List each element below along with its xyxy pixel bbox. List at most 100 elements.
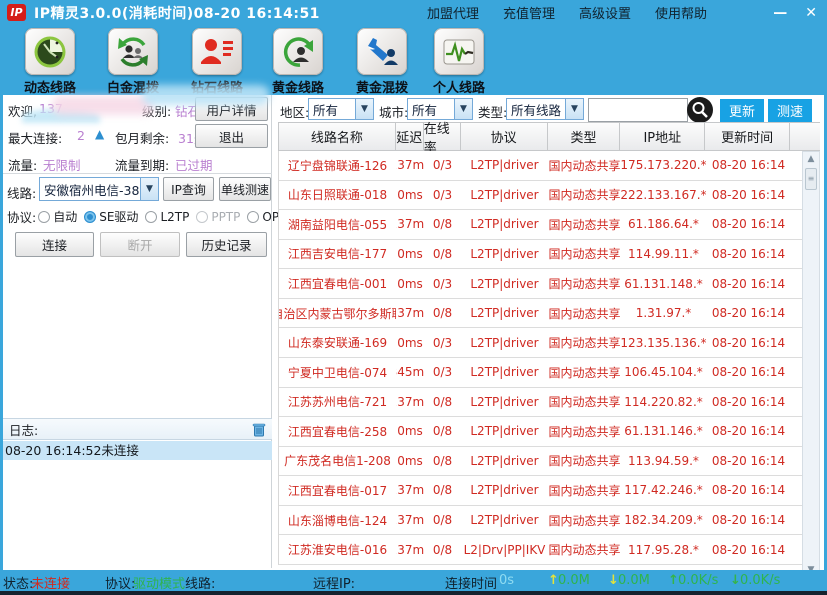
table-cell: 08-20 16:14 (706, 269, 791, 298)
state-value: 未连接 (31, 573, 70, 592)
table-cell: 0ms (396, 417, 424, 446)
close-button[interactable]: ✕ (805, 6, 817, 20)
table-cell: 237ms (396, 388, 424, 417)
table-row[interactable]: 江西宜春电信-0010ms0/3L2TP|driver国内动态共享61.131.… (279, 269, 802, 299)
menu-item-settings[interactable]: 高级设置 (579, 3, 631, 22)
search-icon[interactable] (686, 96, 714, 124)
table-cell: 国内动态共享 (548, 240, 621, 269)
table-row[interactable]: 江西吉安电信-1770ms0/8L2TP|driver国内动态共享114.99.… (279, 240, 802, 270)
window-title: IP精灵3.0.0(消耗时间)08-20 16:14:51 (34, 3, 320, 23)
table-cell: 0/8 (424, 417, 461, 446)
table-row[interactable]: 江苏淮安电信-016237ms0/8L2|Drv|PP|IKV国内动态共享117… (279, 535, 802, 565)
column-header[interactable]: 线路名称 (279, 123, 396, 150)
table-row[interactable]: 广东茂名电信1-2080ms0/8L2TP|driver国内动态共享113.94… (279, 447, 802, 477)
protocol-option-label: L2TP (160, 210, 189, 224)
update-button[interactable]: 更新 (720, 99, 764, 122)
line-status-label: 线路: (185, 573, 215, 592)
disconnect-button[interactable]: 断开 (100, 232, 180, 257)
table-cell: L2TP|driver (461, 328, 548, 357)
chevron-down-icon[interactable]: ▼ (355, 99, 373, 119)
radio-icon[interactable] (38, 211, 50, 223)
single-speedtest-button[interactable]: 单线测速 (219, 177, 271, 201)
protocol-auto[interactable]: 自动 (38, 208, 77, 225)
status-bar: 状态: 未连接 协议: 驱动模式 线路: 远程IP: 连接时间 0s ↑ 0.0… (0, 570, 827, 591)
radio-selected-icon[interactable] (84, 211, 96, 223)
table-cell: L2TP|driver (461, 506, 548, 535)
vertical-scrollbar[interactable]: ▲ ≡ ▼ (802, 151, 820, 578)
table-row[interactable]: 江西宜春电信-017237ms0/8L2TP|driver国内动态共享117.4… (279, 476, 802, 506)
remote-ip-label: 远程IP: (313, 573, 355, 592)
logout-button[interactable]: 退出 (195, 124, 268, 148)
menu-item-agent[interactable]: 加盟代理 (427, 3, 479, 22)
tool-gold-mix[interactable]: 黄金混拨 (350, 28, 414, 96)
type-select[interactable]: 所有线路 ▼ (506, 98, 584, 120)
column-header[interactable]: 类型 (548, 123, 621, 150)
download-speed: 0.0K/s (740, 573, 780, 588)
minimize-button[interactable]: — (773, 6, 787, 20)
search-input[interactable] (588, 98, 688, 122)
column-header[interactable]: 延迟 (396, 123, 424, 150)
table-cell: 江西宜春电信-258 (279, 417, 396, 446)
radio-icon[interactable] (145, 211, 157, 223)
region-select[interactable]: 所有 ▼ (308, 98, 374, 120)
table-cell: L2|Drv|PP|IKV (461, 535, 548, 564)
protocol-se-driver[interactable]: SE驱动 (84, 208, 138, 225)
tool-personal-lines[interactable]: 个人线路 (427, 28, 491, 96)
menu-item-help[interactable]: 使用帮助 (655, 3, 707, 22)
protocol-label: 协议: (7, 207, 36, 226)
table-cell: 国内动态共享 (548, 328, 621, 357)
table-row[interactable]: 宁夏中卫电信-074345ms0/3L2TP|driver国内动态共享106.4… (279, 358, 802, 388)
trash-icon[interactable] (252, 422, 266, 437)
table-cell: 国内动态共享 (548, 447, 621, 476)
tool-dynamic-lines[interactable]: 动态线路 (18, 28, 82, 96)
chevron-down-icon[interactable]: ▼ (454, 99, 472, 119)
table-cell: 国内动态共享 (548, 151, 621, 180)
region-select-value: 所有 (309, 100, 355, 119)
column-header[interactable]: 协议 (461, 123, 548, 150)
protocol-l2tp[interactable]: L2TP (145, 210, 189, 224)
table-cell: 237ms (396, 151, 424, 180)
protocol-option-label: 自动 (53, 208, 77, 225)
line-label: 线路: (7, 183, 36, 202)
column-header[interactable]: 更新时间 (705, 123, 790, 150)
chevron-down-icon[interactable]: ▼ (140, 178, 158, 200)
chevron-down-icon[interactable]: ▼ (565, 99, 583, 119)
scrollbar-thumb[interactable]: ≡ (805, 168, 817, 190)
title-bar: IP IP精灵3.0.0(消耗时间)08-20 16:14:51 加盟代理 充值… (0, 0, 827, 25)
log-entry[interactable]: 08-20 16:14:52未连接 (3, 441, 272, 460)
table-header: 线路名称延迟在线率协议类型IP地址更新时间 (278, 122, 820, 151)
radio-icon[interactable] (247, 211, 259, 223)
table-cell: 山东日照联通-018 (279, 181, 396, 210)
tool-gold-lines[interactable]: 黄金线路 (266, 28, 330, 96)
table-row[interactable]: 江西宜春电信-2580ms0/8L2TP|driver国内动态共享61.131.… (279, 417, 802, 447)
table-cell: 61.131.146.* (621, 417, 706, 446)
line-select[interactable]: 安徽宿州电信-383 ▼ (39, 177, 159, 201)
table-cell: 08-20 16:14 (706, 358, 791, 387)
column-header[interactable]: 在线率 (424, 123, 461, 150)
table-row[interactable]: 辽宁盘锦联通-126237ms0/3L2TP|driver国内动态共享175.1… (279, 151, 802, 181)
upload-total: 0.0M (558, 573, 590, 588)
table-row[interactable]: 湖南益阳电信-055237ms0/8L2TP|driver国内动态共享61.18… (279, 210, 802, 240)
history-button[interactable]: 历史记录 (186, 232, 267, 257)
protocol-pptp[interactable]: PPTP (196, 210, 240, 224)
connect-button[interactable]: 连接 (15, 232, 94, 257)
menu-item-recharge[interactable]: 充值管理 (503, 3, 555, 22)
traffic-exp-value: 已过期 (175, 155, 213, 174)
table-row[interactable]: 山东日照联通-0180ms0/3L2TP|driver国内动态共享222.133… (279, 181, 802, 211)
scroll-up-icon[interactable]: ▲ (805, 154, 817, 164)
table-cell: 国内动态共享 (548, 358, 621, 387)
column-header[interactable]: IP地址 (620, 123, 705, 150)
table-row[interactable]: 江苏苏州电信-721237ms0/8L2TP|driver国内动态共享114.2… (279, 388, 802, 418)
ip-query-button[interactable]: IP查询 (163, 177, 214, 201)
radio-icon[interactable] (196, 211, 208, 223)
table-row[interactable]: 自治区内蒙古鄂尔多斯联237ms0/8L2TP|driver国内动态共享1.31… (279, 299, 802, 329)
type-label: 类型: (478, 102, 507, 121)
table-row[interactable]: 山东淄博电信-124237ms0/8L2TP|driver国内动态共享182.3… (279, 506, 802, 536)
table-cell: 山东泰安联通-169 (279, 328, 396, 357)
traffic-value: 无限制 (43, 155, 81, 174)
wrench-user-icon (363, 34, 401, 70)
table-row[interactable]: 山东泰安联通-1690ms0/3L2TP|driver国内动态共享123.135… (279, 328, 802, 358)
speedtest-button[interactable]: 测速 (768, 99, 812, 122)
window-border-bottom (0, 591, 827, 595)
refresh-arrow-icon[interactable]: ▲ (95, 127, 104, 141)
